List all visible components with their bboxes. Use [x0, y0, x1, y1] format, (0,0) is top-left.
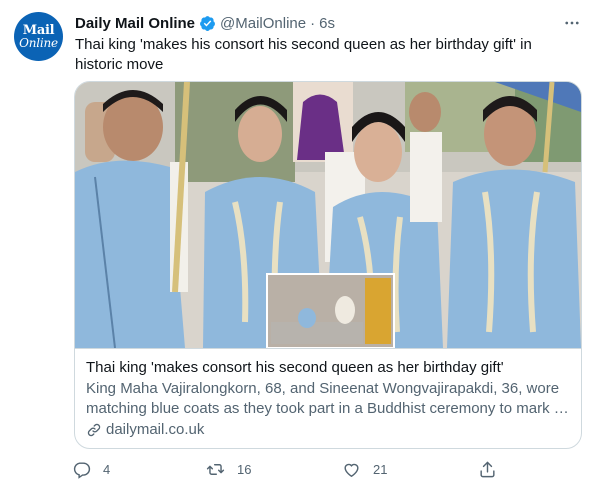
link-card[interactable]: Thai king 'makes consort his second quee… — [74, 81, 582, 449]
avatar[interactable]: Mail Online — [14, 12, 63, 61]
tweet-actions: 4 16 21 — [72, 457, 502, 481]
avatar-line2: Online — [19, 36, 58, 50]
retweet-icon — [206, 463, 225, 475]
card-title: Thai king 'makes consort his second quee… — [86, 359, 504, 376]
card-body[interactable]: Thai king 'makes consort his second quee… — [75, 348, 581, 448]
card-image[interactable] — [75, 82, 581, 348]
tweet-text: Thai king 'makes his consort his second … — [75, 36, 532, 73]
like-count: 21 — [373, 461, 388, 477]
share-button[interactable] — [478, 457, 497, 481]
card-description: King Maha Vajiralongkorn, 68, and Sineen… — [86, 380, 569, 417]
tweet-time[interactable]: 6s — [319, 15, 335, 32]
card-domain-text: dailymail.co.uk — [106, 421, 205, 438]
tweet-header: Daily Mail Online @MailOnline · 6s — [75, 13, 335, 33]
heart-icon — [344, 463, 359, 477]
separator-dot: · — [310, 14, 316, 32]
reply-icon — [73, 461, 91, 479]
reply-count: 4 — [103, 461, 111, 477]
ellipsis-icon[interactable] — [560, 13, 584, 33]
like-button[interactable]: 21 — [342, 457, 387, 481]
link-icon — [87, 423, 101, 437]
card-domain: dailymail.co.uk — [86, 420, 570, 440]
retweet-button[interactable]: 16 — [206, 457, 251, 481]
share-icon — [480, 461, 495, 477]
retweet-count: 16 — [237, 461, 252, 477]
author-handle[interactable]: @MailOnline — [220, 15, 306, 32]
author-name[interactable]: Daily Mail Online — [75, 15, 195, 32]
verified-badge-icon — [200, 15, 215, 31]
tweet[interactable]: Mail Online Daily Mail Online @MailOnlin… — [0, 0, 599, 487]
reply-button[interactable]: 4 — [72, 457, 110, 481]
